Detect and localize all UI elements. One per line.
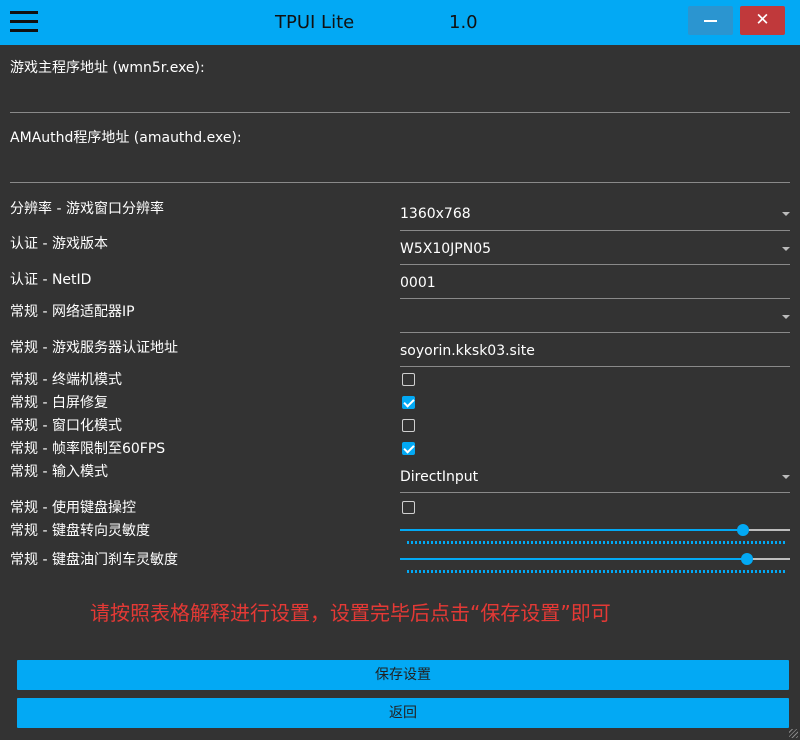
windowed-mode-checkbox[interactable] [402, 419, 415, 432]
game-version-label: 认证 - 游戏版本 [10, 236, 108, 252]
terminal-mode-checkbox[interactable] [402, 373, 415, 386]
netid-label: 认证 - NetID [10, 272, 92, 288]
whitescreen-fix-checkbox[interactable] [402, 396, 415, 409]
amauthd-underline [10, 182, 790, 183]
terminal-mode-label: 常规 - 终端机模式 [10, 372, 122, 388]
input-mode-underline [400, 492, 790, 493]
netid-input[interactable]: 0001 [400, 275, 436, 291]
resize-grip-icon[interactable] [789, 729, 798, 738]
game-version-dropdown-icon[interactable] [782, 247, 790, 251]
keyboard-control-label: 常规 - 使用键盘操控 [10, 500, 136, 516]
app-version: 1.0 [449, 12, 478, 33]
auth-server-label: 常规 - 游戏服务器认证地址 [10, 340, 178, 356]
steer-sensitivity-fill [400, 529, 744, 531]
game-version-select[interactable]: W5X10JPN05 [400, 241, 491, 257]
game-exe-underline [10, 112, 790, 113]
close-icon: ✕ [755, 10, 770, 30]
pedal-sensitivity-slider[interactable] [400, 553, 790, 565]
save-settings-button[interactable]: 保存设置 [17, 660, 789, 690]
steer-sensitivity-slider[interactable] [400, 524, 790, 536]
fps-limit-checkbox[interactable] [402, 442, 415, 455]
whitescreen-fix-label: 常规 - 白屏修复 [10, 395, 108, 411]
resolution-dropdown-icon[interactable] [782, 212, 790, 216]
back-button[interactable]: 返回 [17, 698, 789, 728]
steer-sensitivity-label: 常规 - 键盘转向灵敏度 [10, 523, 150, 539]
pedal-sensitivity-thumb[interactable] [741, 553, 754, 565]
minimize-button[interactable] [688, 6, 733, 35]
resolution-label: 分辨率 - 游戏窗口分辨率 [10, 201, 164, 217]
fps-limit-label: 常规 - 帧率限制至60FPS [10, 441, 166, 457]
adapter-ip-label: 常规 - 网络适配器IP [10, 304, 135, 320]
resolution-select[interactable]: 1360x768 [400, 206, 471, 222]
title-bar: TPUI Lite 1.0 ✕ [0, 0, 800, 45]
input-mode-select[interactable]: DirectInput [400, 469, 478, 485]
keyboard-control-checkbox[interactable] [402, 501, 415, 514]
close-button[interactable]: ✕ [740, 6, 785, 35]
input-mode-dropdown-icon[interactable] [782, 475, 790, 479]
instruction-notice: 请按照表格解释进行设置，设置完毕后点击“保存设置”即可 [90, 601, 611, 625]
app-title: TPUI Lite [275, 12, 355, 33]
auth-server-input[interactable]: soyorin.kksk03.site [400, 343, 535, 359]
netid-underline [400, 298, 790, 299]
windowed-mode-label: 常规 - 窗口化模式 [10, 418, 122, 434]
adapter-ip-underline [400, 332, 790, 333]
minimize-icon [704, 20, 717, 22]
auth-server-underline [400, 366, 790, 367]
game-exe-label: 游戏主程序地址 (wmn5r.exe): [10, 60, 205, 76]
resolution-underline [400, 230, 790, 231]
steer-sensitivity-ticks [407, 541, 785, 544]
adapter-ip-dropdown-icon[interactable] [782, 315, 790, 319]
pedal-sensitivity-fill [400, 558, 748, 560]
game-version-underline [400, 264, 790, 265]
steer-sensitivity-thumb[interactable] [737, 524, 750, 536]
pedal-sensitivity-ticks [407, 570, 785, 573]
pedal-sensitivity-label: 常规 - 键盘油门刹车灵敏度 [10, 552, 178, 568]
amauthd-label: AMAuthd程序地址 (amauthd.exe): [10, 130, 242, 146]
menu-icon[interactable] [10, 11, 38, 33]
input-mode-label: 常规 - 输入模式 [10, 464, 108, 480]
